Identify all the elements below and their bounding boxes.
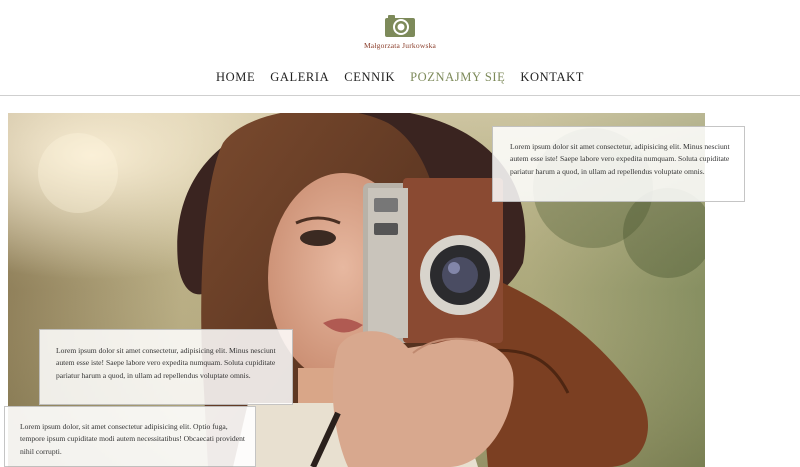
info-card-text: Lorem ipsum dolor sit amet consectetur, …	[510, 142, 730, 176]
info-card-text: Lorem ipsum dolor, sit amet consectetur …	[20, 422, 246, 456]
info-card-bottom-left: Lorem ipsum dolor, sit amet consectetur …	[4, 406, 256, 467]
nav-poznajmy-sie[interactable]: POZNAJMY SIĘ	[403, 70, 513, 85]
main-nav: HOME GALERIA CENNIK POZNAJMY SIĘ KONTAKT	[0, 70, 800, 85]
brand-logo[interactable]: Małgorzata Jurkowska	[300, 13, 500, 50]
nav-galeria[interactable]: GALERIA	[263, 70, 337, 85]
info-card-top-right: Lorem ipsum dolor sit amet consectetur, …	[492, 126, 745, 202]
info-card-text: Lorem ipsum dolor sit amet consectetur, …	[56, 346, 276, 380]
site-header: Małgorzata Jurkowska HOME GALERIA CENNIK…	[0, 0, 800, 96]
brand-name: Małgorzata Jurkowska	[363, 41, 437, 50]
nav-home[interactable]: HOME	[208, 70, 262, 85]
nav-kontakt[interactable]: KONTAKT	[513, 70, 592, 85]
info-card-left: Lorem ipsum dolor sit amet consectetur, …	[39, 329, 293, 405]
nav-cennik[interactable]: CENNIK	[337, 70, 403, 85]
camera-icon	[385, 15, 415, 37]
